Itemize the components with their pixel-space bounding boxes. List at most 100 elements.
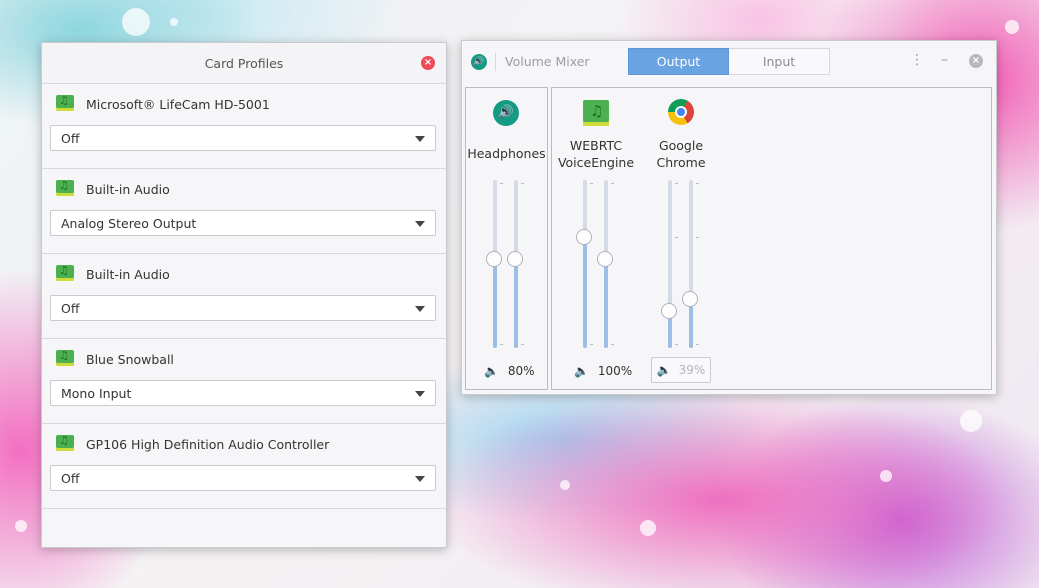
card-profiles-titlebar[interactable]: Card Profiles × [42, 43, 446, 84]
slider-handle[interactable] [507, 251, 523, 267]
slider-handle[interactable] [661, 303, 677, 319]
device-name: Headphones [467, 146, 546, 161]
sound-card-icon [56, 264, 74, 281]
minimize-icon[interactable]: – [941, 52, 948, 68]
dropdown-arrow-icon [415, 136, 425, 142]
volume-readout[interactable]: 🔈 100% [574, 361, 632, 381]
card-name: Built-in Audio [86, 182, 170, 197]
sound-card-icon [583, 100, 609, 126]
volume-icon: 🔈 [484, 364, 499, 378]
scale-tick [521, 183, 524, 184]
dropdown-arrow-icon [415, 476, 425, 482]
wallpaper-bubble [560, 480, 570, 490]
wallpaper-bubble [1005, 20, 1019, 34]
app-name-line2: Chrome [656, 155, 706, 170]
window-title: Card Profiles [204, 56, 284, 71]
slider-fill [514, 259, 518, 348]
scale-tick [675, 183, 678, 184]
wallpaper-bubble [640, 520, 656, 536]
left-channel-slider[interactable] [576, 180, 592, 348]
close-icon[interactable]: × [969, 54, 983, 68]
slider-handle[interactable] [682, 291, 698, 307]
scale-tick [675, 344, 678, 345]
tab-input[interactable]: Input [729, 48, 830, 75]
profile-value: Mono Input [61, 386, 132, 401]
scale-tick [590, 344, 593, 345]
left-channel-slider[interactable] [661, 180, 677, 348]
profile-value: Off [61, 131, 80, 146]
scale-tick [521, 344, 524, 345]
left-channel-slider[interactable] [486, 180, 502, 348]
scale-tick [696, 344, 699, 345]
app-name-line2: VoiceEngine [557, 155, 635, 170]
dropdown-arrow-icon [415, 221, 425, 227]
card-section: Blue Snowball Mono Input [42, 339, 446, 424]
scale-tick [696, 237, 699, 238]
menu-icon[interactable]: ⋮ [910, 52, 924, 68]
sound-card-icon [56, 349, 74, 366]
headphones-channel: 🔊 Headphones 🔈 80% [466, 88, 547, 389]
window-title: Volume Mixer [505, 54, 590, 69]
slider-fill [493, 259, 497, 348]
card-name: GP106 High Definition Audio Controller [86, 437, 330, 452]
card-name: Built-in Audio [86, 267, 170, 282]
right-channel-slider[interactable] [682, 180, 698, 348]
scale-tick [611, 183, 614, 184]
card-section: Built-in Audio Off [42, 254, 446, 339]
right-channel-slider[interactable] [507, 180, 523, 348]
sound-card-icon [56, 94, 74, 111]
app-name-line1: Google [658, 138, 704, 153]
profile-dropdown[interactable]: Analog Stereo Output [50, 210, 436, 236]
output-device-panel: 🔊 Headphones 🔈 80% [465, 87, 548, 390]
app-channel-chrome: Google Chrome 🔈 39% [641, 88, 721, 389]
profile-value: Off [61, 471, 80, 486]
dropdown-arrow-icon [415, 306, 425, 312]
volume-mixer-window: 🔊 Volume Mixer Output Input ⋮ – × 🔊 Head… [461, 40, 997, 395]
slider-fill [604, 259, 608, 348]
app-name-line1: WEBRTC [569, 138, 623, 153]
volume-readout[interactable]: 🔈 80% [484, 361, 535, 381]
wallpaper-bubble [122, 8, 150, 36]
card-section: GP106 High Definition Audio Controller O… [42, 424, 446, 509]
mute-toggle-button[interactable]: 🔈 39% [651, 357, 711, 383]
volume-percent: 39% [678, 363, 706, 377]
slider-fill [583, 237, 587, 348]
scale-tick [500, 344, 503, 345]
scale-tick [500, 183, 503, 184]
card-name: Blue Snowball [86, 352, 174, 367]
sound-card-icon [56, 434, 74, 451]
scale-tick [675, 237, 678, 238]
volume-percent: 80% [507, 364, 535, 378]
slider-handle[interactable] [597, 251, 613, 267]
title-separator [495, 53, 496, 71]
speaker-app-icon: 🔊 [471, 54, 487, 70]
wallpaper-bubble [15, 520, 27, 532]
speaker-icon: 🔊 [493, 100, 519, 126]
profile-dropdown[interactable]: Off [50, 125, 436, 151]
dropdown-arrow-icon [415, 391, 425, 397]
scale-tick [696, 183, 699, 184]
volume-icon: 🔈 [574, 364, 589, 378]
wallpaper-bubble [880, 470, 892, 482]
right-channel-slider[interactable] [597, 180, 613, 348]
app-channel-webrtc: WEBRTC VoiceEngine 🔈 100% [556, 88, 636, 389]
tab-output[interactable]: Output [628, 48, 729, 75]
slider-handle[interactable] [576, 229, 592, 245]
volume-percent: 100% [597, 364, 633, 378]
profile-dropdown[interactable]: Mono Input [50, 380, 436, 406]
slider-handle[interactable] [486, 251, 502, 267]
card-name: Microsoft® LifeCam HD-5001 [86, 97, 270, 112]
muted-volume-icon: 🔈 [656, 363, 672, 377]
chrome-icon [668, 99, 694, 125]
profile-value: Analog Stereo Output [61, 216, 197, 231]
profile-dropdown[interactable]: Off [50, 295, 436, 321]
applications-panel: WEBRTC VoiceEngine 🔈 100% Google C [551, 87, 992, 390]
wallpaper-bubble [170, 18, 178, 26]
scale-tick [611, 344, 614, 345]
profile-dropdown[interactable]: Off [50, 465, 436, 491]
card-profiles-window: Card Profiles × Microsoft® LifeCam HD-50… [41, 42, 447, 548]
scale-tick [590, 183, 593, 184]
card-section: Microsoft® LifeCam HD-5001 Off [42, 84, 446, 169]
sound-card-icon [56, 179, 74, 196]
close-icon[interactable]: × [421, 56, 435, 70]
